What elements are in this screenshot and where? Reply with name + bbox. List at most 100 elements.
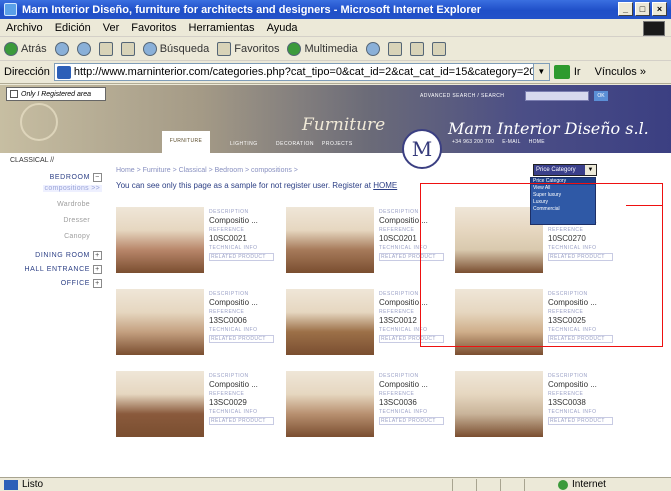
phone-link[interactable]: +34 963 200 700 [452,139,494,145]
annotation-line [626,205,662,206]
technical-info-link[interactable]: TECHNICAL INFO [379,409,444,416]
sidebar-item-bedroom[interactable]: BEDROOM − [50,173,102,182]
home-register-link[interactable]: HOME [373,181,397,190]
product-card[interactable]: DESCRIPTION Compositio ... REFERENCE 13SC00… [116,289,276,355]
product-meta: DESCRIPTION Compositio ... REFERENCE 10SC00… [209,209,274,261]
sidebar-item-hall-entrance[interactable]: HALL ENTRANCE + [24,265,102,274]
home-button[interactable] [120,41,135,56]
related-product-button[interactable]: RELATED PRODUCT [548,417,613,425]
sidebar-subitem-compositions[interactable]: compositions >> [42,185,102,192]
registered-area-label: Only I Registered area [21,90,92,98]
technical-info-link[interactable]: TECHNICAL INFO [209,327,274,334]
product-code: 10SC0021 [209,234,247,243]
product-code: 13SC0029 [209,398,247,407]
nav-projects[interactable]: PROJECTS [322,141,353,147]
links-button[interactable]: Vínculos » [595,66,646,78]
product-photo[interactable] [116,207,204,273]
company-name: Marn Interior Diseño s.l. [448,119,649,138]
status-text: Listo [22,479,44,490]
nav-furniture[interactable]: FURNITURE [162,131,210,153]
nav-decoration[interactable]: DECORATION [276,141,314,147]
product-name[interactable]: Compositio ... [209,216,274,227]
sidebar-item-office[interactable]: OFFICE + [61,279,102,288]
close-button[interactable]: × [652,2,667,16]
maximize-button[interactable]: □ [635,2,650,16]
product-name[interactable]: Compositio ... [209,380,274,391]
related-product-button[interactable]: RELATED PRODUCT [209,253,274,261]
chevron-down-icon[interactable]: ▼ [585,165,596,175]
product-photo[interactable] [455,371,543,437]
product-name[interactable]: Compositio ... [379,380,444,391]
related-product-button[interactable]: RELATED PRODUCT [379,417,444,425]
address-input[interactable]: http://www.marninterior.com/categories.p… [53,63,550,81]
favorites-label: Favoritos [234,42,280,55]
go-arrow-icon[interactable] [553,65,570,79]
search-ok-button[interactable]: OK [594,91,608,101]
menu-view[interactable]: Ver [103,22,120,34]
technical-info-link[interactable]: TECHNICAL INFO [209,409,274,416]
nav-lighting[interactable]: LIGHTING [230,141,258,147]
sidebar-subitem-canopy[interactable]: Canopy [64,233,90,240]
expand-icon[interactable]: + [93,279,102,288]
web-content: Only I Registered area ADVANCED SEARCH /… [0,85,671,477]
technical-info-link[interactable]: TECHNICAL INFO [548,409,613,416]
product-meta: DESCRIPTION Compositio ... REFERENCE 13SC00… [209,373,274,425]
site-search-input[interactable] [525,91,589,101]
back-button[interactable]: Atrás [4,41,47,56]
expand-icon[interactable]: + [93,251,102,260]
product-card[interactable]: DESCRIPTION Compositio ... REFERENCE 13SC00… [286,371,446,437]
price-category-select[interactable]: Price Category ▼ [533,164,597,176]
edit-button[interactable] [431,41,446,56]
sidebar-item-dining-room[interactable]: DINING ROOM + [35,251,102,260]
related-product-button[interactable]: RELATED PRODUCT [209,335,274,343]
sidebar-subitem-wardrobe[interactable]: Wardrobe [57,201,90,208]
product-photo[interactable] [286,207,374,273]
product-card[interactable]: DESCRIPTION Compositio ... REFERENCE 13SC00… [116,371,276,437]
register-notice: You can see only this page as a sample f… [116,181,397,190]
contact-links: +34 963 200 700 E-MAIL HOME [452,139,545,145]
product-name[interactable]: Compositio ... [209,298,274,309]
menu-favorites[interactable]: Favoritos [131,22,176,34]
favorites-button[interactable]: Favoritos [217,41,280,56]
forward-button[interactable] [54,41,69,56]
menu-edit[interactable]: Edición [55,22,91,34]
product-card[interactable]: DESCRIPTION Compositio ... REFERENCE 10SC00… [116,207,276,273]
page-icon [56,65,71,79]
expand-icon[interactable]: + [93,265,102,274]
breadcrumb[interactable]: Home > Furniture > Classical > Bedroom >… [116,167,298,174]
highlight-annotation-box [420,183,663,347]
collapse-icon[interactable]: − [93,173,102,182]
registered-area-link[interactable]: Only I Registered area [6,87,106,101]
browser-window: Marn Interior Diseño, furniture for arch… [0,0,671,491]
multimedia-button[interactable]: Multimedia [287,41,358,56]
mail-button[interactable] [387,41,402,56]
product-photo[interactable] [116,289,204,355]
history-button[interactable] [365,41,380,56]
search-button[interactable]: Búsqueda [142,41,209,56]
technical-info-link[interactable]: TECHNICAL INFO [209,245,274,252]
stop-button[interactable] [76,41,91,56]
menu-tools[interactable]: Herramientas [189,22,255,34]
sidebar-subitem-dresser[interactable]: Dresser [63,217,90,224]
product-photo[interactable] [286,371,374,437]
search-links[interactable]: ADVANCED SEARCH / SEARCH [420,93,504,99]
menu-help[interactable]: Ayuda [267,22,298,34]
print-button[interactable] [409,41,424,56]
sidebar-item-label: HALL ENTRANCE [24,266,90,273]
menu-file[interactable]: Archivo [6,22,43,34]
sidebar-title: CLASSICAL // [10,157,55,164]
back-label: Atrás [21,42,47,55]
related-product-button[interactable]: RELATED PRODUCT [209,417,274,425]
go-button[interactable]: Ir [574,66,581,78]
home-link[interactable]: HOME [529,139,545,145]
minimize-button[interactable]: _ [618,2,633,16]
refresh-button[interactable] [98,41,113,56]
product-photo[interactable] [286,289,374,355]
address-dropdown-icon[interactable]: ▼ [532,64,549,80]
email-link[interactable]: E-MAIL [502,139,520,145]
product-name[interactable]: Compositio ... [548,380,613,391]
zone-text: Internet [572,479,606,490]
product-photo[interactable] [116,371,204,437]
nav-furniture-label: FURNITURE [169,138,203,144]
product-card[interactable]: DESCRIPTION Compositio ... REFERENCE 13SC00… [455,371,615,437]
